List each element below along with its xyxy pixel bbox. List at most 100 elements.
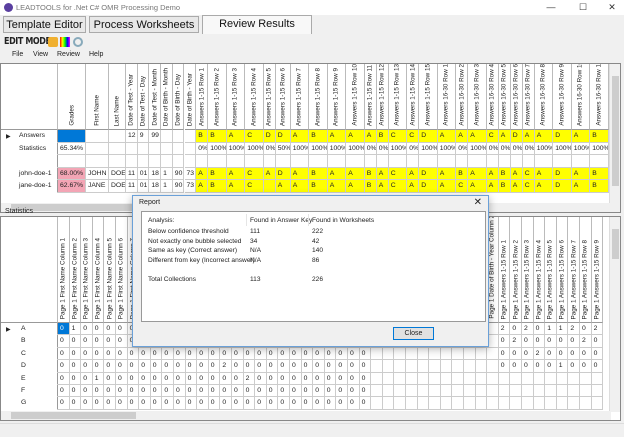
grid-cell[interactable] xyxy=(591,397,604,410)
grid-cell[interactable]: 0 xyxy=(58,372,70,385)
grid-cell[interactable]: C xyxy=(522,180,535,193)
scrollbar-thumb[interactable] xyxy=(11,412,136,419)
grid-cell[interactable]: 0 xyxy=(278,360,290,373)
grid-cell[interactable]: 0 xyxy=(556,347,569,361)
grid-cell[interactable]: D xyxy=(275,130,291,143)
grid-cell[interactable] xyxy=(172,142,185,155)
grid-cell[interactable]: 0 xyxy=(127,372,140,385)
grid-cell[interactable]: 0 xyxy=(150,397,163,410)
grid-cell[interactable]: 0 xyxy=(290,372,302,385)
grid-cell[interactable]: 0 xyxy=(255,385,267,398)
grid-cell[interactable]: 0 xyxy=(232,385,244,398)
grid-cell[interactable]: D xyxy=(419,167,438,180)
grid-cell[interactable]: 0 xyxy=(208,347,221,361)
grid-cell[interactable]: 0 xyxy=(81,335,93,348)
grid-cell[interactable] xyxy=(568,385,580,398)
grid-cell[interactable] xyxy=(184,155,197,168)
grid-cell[interactable]: 0 xyxy=(255,372,267,385)
grid-cell[interactable]: 100% xyxy=(590,142,609,155)
grid-cell[interactable]: 0 xyxy=(522,347,534,361)
grid-cell[interactable]: A xyxy=(486,180,499,193)
grid-cell[interactable]: 0 xyxy=(150,385,163,398)
grid-cell[interactable] xyxy=(568,372,580,385)
grid-cell[interactable]: 0 xyxy=(336,347,348,361)
grid-cell[interactable] xyxy=(533,372,546,385)
column-header[interactable]: Answers 16-30 Row 1 xyxy=(437,64,457,130)
grid-cell[interactable]: 2 xyxy=(533,347,546,361)
grid-cell[interactable] xyxy=(522,385,534,398)
column-header[interactable]: Answers 1-15 Row 1 xyxy=(196,64,209,130)
grid-cell[interactable] xyxy=(419,155,438,168)
grid-cell[interactable]: A xyxy=(275,180,291,193)
grid-cell[interactable]: 0 xyxy=(255,347,267,361)
grid-cell[interactable]: 100% xyxy=(327,142,347,155)
grid-cell[interactable]: 0 xyxy=(348,347,360,361)
grid-cell[interactable] xyxy=(109,130,126,143)
grid-cell[interactable] xyxy=(440,360,453,373)
column-header[interactable]: Answers 1-15 Row 12 xyxy=(376,64,389,130)
grid-cell[interactable]: 0 xyxy=(197,347,209,361)
grid-cell[interactable]: 0 xyxy=(243,397,256,410)
grid-cell[interactable]: 0 xyxy=(127,385,140,398)
grid-cell[interactable] xyxy=(510,372,522,385)
grid-cell[interactable] xyxy=(475,397,488,410)
grid-cell[interactable]: 0 xyxy=(174,397,186,410)
grid-cell[interactable]: D xyxy=(553,130,572,143)
grid-cell[interactable] xyxy=(475,385,488,398)
grid-cell[interactable] xyxy=(406,385,418,398)
grid-cell[interactable]: 2 xyxy=(568,323,580,336)
column-header[interactable]: Answers 16-30 Row 10 xyxy=(571,64,591,130)
grid-cell[interactable]: 0 xyxy=(197,360,209,373)
grid-cell[interactable]: 0 xyxy=(104,323,116,336)
column-header[interactable]: Answers 16-30 Row 6 xyxy=(510,64,523,130)
grid-cell[interactable]: 0 xyxy=(139,397,151,410)
grid-cell[interactable]: 0 xyxy=(185,347,198,361)
column-header[interactable]: Last Name xyxy=(109,64,126,130)
grid-cell[interactable]: 0 xyxy=(278,372,290,385)
grid-cell[interactable]: B xyxy=(590,180,609,193)
grid-cell[interactable] xyxy=(452,372,464,385)
grid-cell[interactable]: 2 xyxy=(580,335,592,348)
grid-cell[interactable] xyxy=(245,155,264,168)
grid-cell[interactable]: 0 xyxy=(324,347,337,361)
grid-cell[interactable] xyxy=(382,397,395,410)
column-header[interactable]: Page 1 Answers 1-15 Row 1 xyxy=(498,217,511,323)
grid-cell[interactable]: 0 xyxy=(510,323,522,336)
grid-cell[interactable] xyxy=(571,155,591,168)
grid-cell[interactable]: A xyxy=(290,167,310,180)
grid-cell[interactable]: 0 xyxy=(116,385,128,398)
grid-cell[interactable]: 0 xyxy=(232,347,244,361)
grid-cell[interactable]: 2 xyxy=(510,335,522,348)
grid-cell[interactable]: 0 xyxy=(591,360,604,373)
report-list[interactable]: Analysis: Found in Answer Key Found in Wor… xyxy=(141,211,486,322)
grid-cell[interactable]: A xyxy=(534,130,554,143)
grid-cell[interactable]: 1 xyxy=(92,372,105,385)
grid-cell[interactable] xyxy=(382,385,395,398)
column-header[interactable]: Date of Birth - Year xyxy=(184,64,197,130)
grid-cell[interactable]: 0 xyxy=(522,360,534,373)
grid-cell[interactable] xyxy=(522,397,534,410)
grid-cell[interactable]: A xyxy=(534,180,554,193)
grid-cell[interactable] xyxy=(417,397,430,410)
vertical-scrollbar[interactable] xyxy=(609,64,620,204)
grid-cell[interactable]: 0 xyxy=(139,372,151,385)
results-grid[interactable]: Grades First Name Last Name Date of Test - … xyxy=(0,63,621,213)
grid-cell[interactable]: 0 xyxy=(591,347,604,361)
grid-cell[interactable] xyxy=(452,385,464,398)
grid-cell[interactable]: 0 xyxy=(498,335,511,348)
grid-cell[interactable] xyxy=(172,130,185,143)
grid-cell[interactable]: A xyxy=(571,167,591,180)
grid-cell[interactable]: 0 xyxy=(92,323,105,336)
grid-cell[interactable]: 0 xyxy=(580,323,592,336)
grid-cell[interactable]: 1 xyxy=(545,323,557,336)
grid-cell[interactable]: 0 xyxy=(116,347,128,361)
grid-cell[interactable]: B xyxy=(196,130,209,143)
grid-cell[interactable]: B xyxy=(208,180,227,193)
grid-cell[interactable] xyxy=(290,155,310,168)
grid-cell[interactable] xyxy=(394,372,406,385)
grid-cell[interactable]: 0 xyxy=(81,397,93,410)
column-header[interactable]: Answers 1-15 Row 10 xyxy=(346,64,365,130)
grid-cell[interactable]: 2 xyxy=(220,360,232,373)
grid-cell[interactable]: C xyxy=(388,180,408,193)
grid-cell[interactable] xyxy=(452,360,464,373)
